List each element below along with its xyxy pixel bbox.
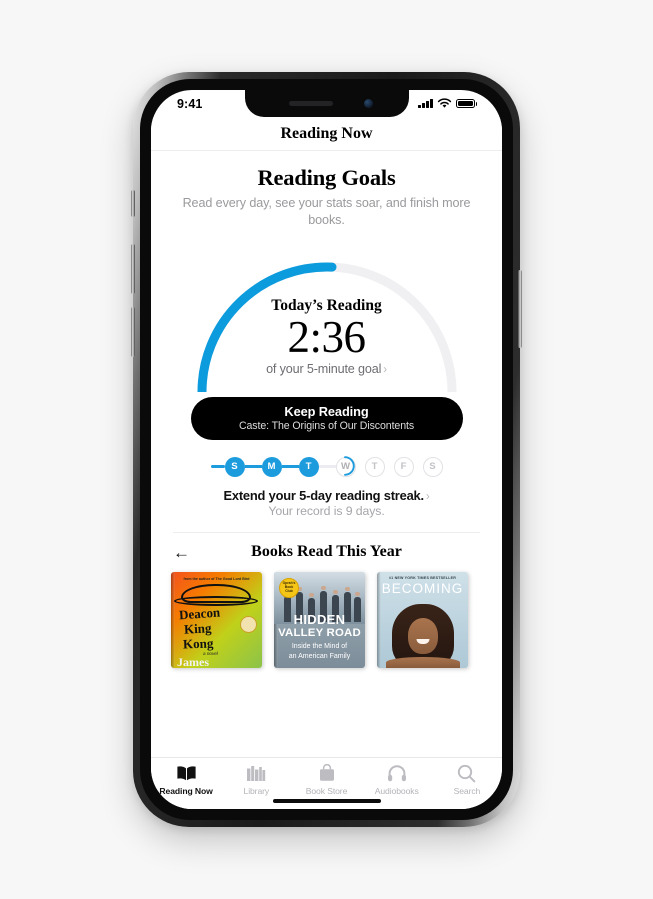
book-cover-deacon-king-kong[interactable]: from the author of The Good Lord Bird De…	[171, 571, 262, 668]
book-subtitle-line2: an American Family	[288, 652, 351, 660]
extend-streak-text: Extend your 5-day reading streak.	[223, 487, 424, 503]
streak-lead-line	[210, 465, 225, 469]
notch	[244, 90, 409, 117]
portrait-face	[407, 617, 438, 654]
streak-day-friday[interactable]: F	[393, 456, 414, 477]
streak-day-tuesday[interactable]: T	[298, 456, 319, 477]
keep-reading-book-title: Caste: The Origins of Our Discontents	[238, 420, 415, 433]
volume-up-button[interactable]	[131, 244, 135, 294]
battery-icon	[455, 98, 477, 109]
nav-bar: Reading Now	[151, 117, 502, 151]
streak-day-saturday[interactable]: S	[422, 456, 443, 477]
status-bar-indicators	[418, 98, 480, 109]
earpiece-speaker-icon	[288, 101, 333, 106]
book-club-seal-icon	[240, 615, 257, 633]
book-title-line3: Kong	[182, 635, 214, 652]
progress-ring-center: Today’s Reading 2:36 of your 5-minute go…	[182, 297, 472, 377]
book-title-line1: HIDDEN	[293, 611, 346, 627]
screenshot-canvas: 9:41 Reading Now Reading Goals Read ever…	[0, 0, 653, 899]
streak-day-monday[interactable]: M	[261, 456, 282, 477]
book-cover-hidden-valley-road[interactable]: Oprah’s Book Club HIDDEN VALLEY ROAD Ins…	[274, 571, 365, 668]
keep-reading-label: Keep Reading	[284, 404, 369, 420]
device-bezel: 9:41 Reading Now Reading Goals Read ever…	[140, 79, 513, 820]
books-section-header: ← Books Read This Year	[151, 543, 502, 561]
streak-day-label: T	[305, 461, 312, 473]
mute-switch-button[interactable]	[131, 190, 135, 217]
book-title-line2: VALLEY ROAD	[278, 626, 361, 639]
reading-goals-subtitle: Read every day, see your stats soar, and…	[182, 196, 471, 228]
book-spine	[171, 571, 175, 668]
book-blurb: from the author of The Good Lord Bird	[183, 576, 250, 581]
tab-label: Reading Now	[159, 786, 213, 796]
books-carousel[interactable]: from the author of The Good Lord Bird De…	[151, 561, 502, 668]
chevron-right-icon: ›	[425, 490, 430, 503]
iphone-device-frame: 9:41 Reading Now Reading Goals Read ever…	[131, 72, 522, 827]
book-cover-becoming[interactable]: #1 NEW YORK TIMES BESTSELLER BECOMING	[377, 571, 468, 668]
streak-connector	[244, 465, 262, 469]
status-bar-time: 9:41	[177, 96, 203, 111]
streak-day-label: M	[267, 461, 276, 473]
tab-book-store[interactable]: Book Store	[291, 763, 361, 796]
streak-day-sunday[interactable]: S	[224, 456, 245, 477]
search-icon	[457, 763, 476, 783]
streak-record-text: Your record is 9 days.	[268, 503, 385, 518]
book-title: BECOMING	[381, 580, 464, 596]
hat-illustration-icon	[174, 583, 258, 606]
signal-bars-icon	[418, 98, 433, 108]
streak-day-label: S	[429, 461, 436, 473]
daily-goal-text: of your 5-minute goal	[266, 362, 382, 377]
tab-label: Search	[453, 786, 481, 796]
scroll-content[interactable]: Reading Goals Read every day, see your s…	[151, 165, 502, 771]
tab-library[interactable]: Library	[221, 763, 291, 796]
streak-day-thursday[interactable]: T	[364, 456, 385, 477]
chevron-right-icon: ›	[383, 364, 387, 377]
streak-day-partial-arc	[344, 456, 355, 477]
shopping-bag-icon	[318, 763, 336, 783]
book-author: James	[177, 654, 209, 668]
bestseller-kicker: #1 NEW YORK TIMES BESTSELLER	[388, 575, 457, 580]
section-divider	[173, 531, 480, 533]
todays-reading-time: 2:36	[287, 311, 366, 362]
tab-label: Audiobooks	[374, 786, 419, 796]
daily-goal-link[interactable]: of your 5-minute goal ›	[182, 362, 472, 376]
reading-progress-ring[interactable]: Today’s Reading 2:36 of your 5-minute go…	[182, 242, 472, 392]
streak-day-label: S	[231, 461, 238, 473]
book-subtitle-line1: Inside the Mind of	[291, 642, 348, 650]
device-screen: 9:41 Reading Now Reading Goals Read ever…	[151, 90, 502, 809]
tab-label: Book Store	[305, 786, 348, 796]
streak-day-label: F	[400, 461, 407, 473]
reading-goals-heading: Reading Goals	[257, 165, 396, 190]
streak-connector	[318, 465, 336, 469]
portrait-shoulders	[385, 656, 460, 668]
back-arrow-icon[interactable]: ←	[173, 544, 190, 561]
oprah-book-club-seal-icon: Oprah’s Book Club	[279, 577, 299, 598]
wifi-icon	[437, 98, 451, 108]
headphones-icon	[387, 763, 407, 783]
tab-label: Library	[243, 786, 270, 796]
tab-audiobooks[interactable]: Audiobooks	[362, 763, 432, 796]
streak-day-label: T	[371, 461, 378, 473]
open-book-icon	[176, 763, 197, 783]
books-shelf-icon	[246, 763, 266, 783]
tab-reading-now[interactable]: Reading Now	[151, 763, 221, 796]
streak-connector	[281, 465, 299, 469]
weekly-streak-tracker[interactable]: S M T W T F S	[151, 456, 502, 477]
home-indicator[interactable]	[272, 799, 381, 803]
extend-streak-link[interactable]: Extend your 5-day reading streak. ›	[151, 488, 502, 503]
tab-search[interactable]: Search	[432, 763, 502, 796]
books-section-title: Books Read This Year	[251, 543, 402, 561]
keep-reading-button[interactable]: Keep Reading Caste: The Origins of Our D…	[190, 396, 463, 440]
volume-down-button[interactable]	[131, 307, 135, 357]
page-title: Reading Now	[280, 124, 373, 142]
front-camera-icon	[363, 99, 373, 108]
power-button[interactable]	[518, 270, 522, 348]
streak-day-wednesday[interactable]: W	[335, 456, 356, 477]
